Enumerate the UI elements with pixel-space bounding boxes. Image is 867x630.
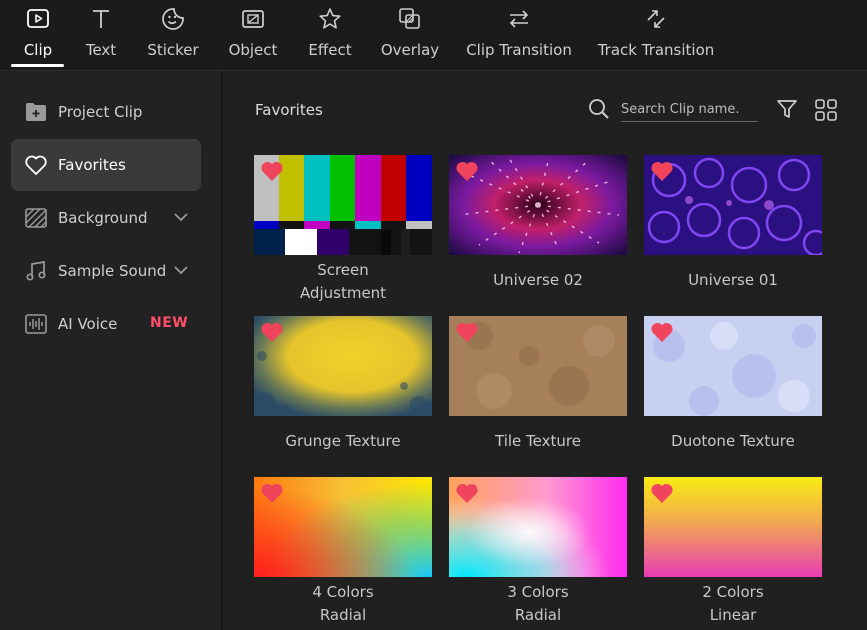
sticker-icon <box>160 6 186 32</box>
clip-label: Screen Adjustment <box>299 261 387 302</box>
object-icon <box>240 6 266 32</box>
favorite-heart-icon[interactable] <box>650 321 674 343</box>
top-toolbar: Clip Text Sticker Object Effect Overlay <box>0 0 867 71</box>
main-panel: Favorites Search Clip name. Screen Adjus… <box>223 71 867 630</box>
clip-label: Universe 01 <box>688 271 778 289</box>
clip-label: Tile Texture <box>495 432 581 450</box>
chevron-down-icon[interactable] <box>173 262 189 278</box>
favorite-heart-icon[interactable] <box>455 321 479 343</box>
clip-transition-icon <box>506 6 532 32</box>
tab-effect[interactable]: Effect <box>306 0 354 70</box>
sidebar-item-label: Favorites <box>58 156 126 174</box>
filter-icon[interactable] <box>776 98 798 120</box>
tab-text[interactable]: Text <box>80 0 122 70</box>
sidebar-item-label: Sample Sound <box>58 262 167 280</box>
clip-label: 4 Colors Radial <box>312 583 374 624</box>
sidebar-item-label: Project Clip <box>58 103 143 121</box>
sidebar-item-project-clip[interactable]: Project Clip <box>11 86 201 138</box>
active-tab-indicator <box>11 64 64 67</box>
tab-label: Clip <box>23 41 53 59</box>
folder-plus-icon <box>24 100 48 124</box>
track-transition-icon <box>643 6 669 32</box>
overlay-icon <box>397 6 423 32</box>
tab-clip-transition[interactable]: Clip Transition <box>466 0 572 70</box>
tab-label: Clip Transition <box>466 41 572 59</box>
sidebar-item-favorites[interactable]: Favorites <box>11 139 201 191</box>
favorite-heart-icon[interactable] <box>260 321 284 343</box>
background-pattern-icon <box>24 206 48 230</box>
section-title: Favorites <box>255 101 323 119</box>
clip-label: Duotone Texture <box>671 432 795 450</box>
voice-wave-icon <box>24 312 48 336</box>
tab-sticker[interactable]: Sticker <box>146 0 200 70</box>
clip-label: Universe 02 <box>493 271 583 289</box>
favorite-heart-icon[interactable] <box>455 160 479 182</box>
tab-label: Effect <box>308 41 352 59</box>
tab-label: Overlay <box>380 41 440 59</box>
chevron-down-icon[interactable] <box>173 209 189 225</box>
favorite-heart-icon[interactable] <box>650 160 674 182</box>
clip-label: 2 Colors Linear <box>702 583 764 624</box>
favorite-heart-icon[interactable] <box>455 482 479 504</box>
sidebar-item-label: AI Voice <box>58 315 118 333</box>
text-icon <box>88 6 114 32</box>
tab-label: Object <box>228 41 278 59</box>
favorite-heart-icon[interactable] <box>650 482 674 504</box>
clip-label: Grunge Texture <box>285 432 401 450</box>
favorite-heart-icon[interactable] <box>260 482 284 504</box>
tab-overlay[interactable]: Overlay <box>381 0 439 70</box>
music-note-icon <box>24 259 48 283</box>
tab-object[interactable]: Object <box>226 0 280 70</box>
tab-label: Track Transition <box>597 41 715 59</box>
heart-outline-icon <box>24 153 48 177</box>
sidebar-item-sample-sound[interactable]: Sample Sound <box>11 245 201 297</box>
tab-clip[interactable]: Clip <box>14 0 62 70</box>
effect-icon <box>317 6 343 32</box>
search-input[interactable] <box>621 97 758 122</box>
clip-icon <box>25 6 51 32</box>
sidebar-item-label: Background <box>58 209 148 227</box>
favorite-heart-icon[interactable] <box>260 160 284 182</box>
sidebar-item-background[interactable]: Background <box>11 192 201 244</box>
clip-label: 3 Colors Radial <box>507 583 569 624</box>
tab-label: Sticker <box>147 41 199 59</box>
new-badge: NEW <box>150 315 189 331</box>
tab-track-transition[interactable]: Track Transition <box>597 0 715 70</box>
sidebar-item-ai-voice[interactable]: AI Voice NEW <box>11 298 201 350</box>
grid-view-icon[interactable] <box>814 98 838 122</box>
tab-label: Text <box>85 41 117 59</box>
sidebar: Project Clip Favorites Background Sample… <box>0 71 223 630</box>
search-icon[interactable] <box>588 98 610 120</box>
